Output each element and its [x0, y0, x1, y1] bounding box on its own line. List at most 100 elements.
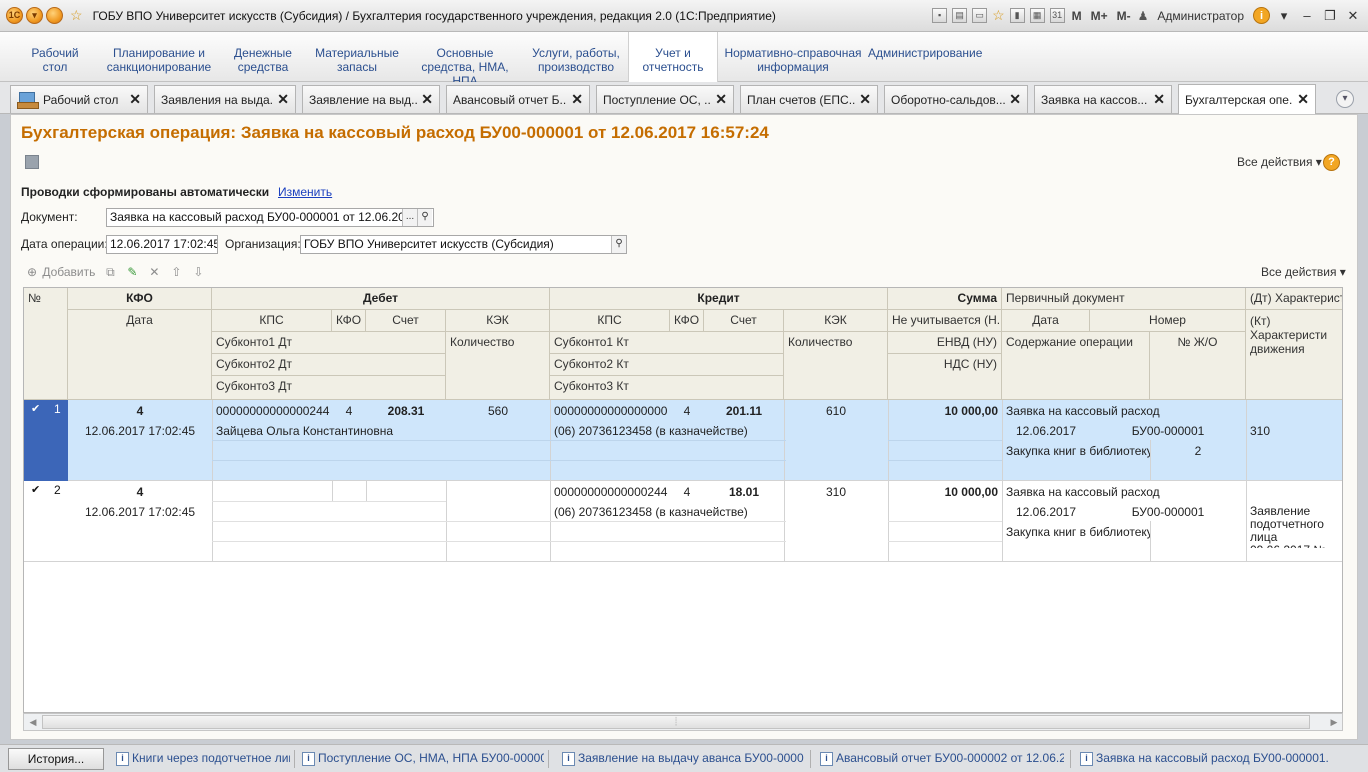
close-button[interactable]: ✕ [1344, 8, 1362, 24]
copy-icon[interactable]: ⧉ [103, 265, 117, 279]
col-debit-quantity[interactable]: Количество [446, 332, 550, 400]
tab-receipt-os[interactable]: Поступление ОС, ... ✕ [596, 85, 734, 113]
tab-cash-request[interactable]: Заявка на кассов... ✕ [1034, 85, 1172, 113]
col-subkonto2-dt[interactable]: Субконто2 Дт [212, 354, 446, 376]
table-row[interactable]: ✔ 2 4 12.06.2017 17:02:45 000000000000002… [24, 481, 1342, 562]
change-link[interactable]: Изменить [278, 185, 332, 199]
edit-pencil-icon[interactable]: ✎ [125, 265, 139, 279]
home-icon[interactable] [46, 7, 63, 24]
preview-icon[interactable]: ▭ [972, 8, 988, 23]
col-pd-number[interactable]: Номер [1090, 310, 1246, 332]
history-item[interactable]: Поступление ОС, НМА, НПА БУ00-000002... [300, 751, 544, 767]
move-down-icon[interactable]: ⇩ [191, 265, 205, 279]
close-tab-icon[interactable]: ✕ [859, 91, 871, 108]
history-item[interactable]: Заявка на кассовый расход БУ00-000001... [1078, 751, 1328, 767]
bookmark-icon[interactable]: ▮ [1009, 8, 1025, 23]
col-debit-kfo[interactable]: КФО [332, 310, 366, 332]
delete-icon[interactable]: ✕ [147, 265, 161, 279]
save-icon[interactable]: ▪ [932, 8, 948, 23]
current-user[interactable]: Администратор [1153, 9, 1248, 23]
col-subkonto3-dt[interactable]: Субконто3 Дт [212, 376, 446, 400]
section-desktop[interactable]: Рабочий стол [22, 46, 88, 74]
tab-advance-report[interactable]: Авансовый отчет Б... ✕ [446, 85, 590, 113]
col-primary-doc[interactable]: Первичный документ [1002, 288, 1246, 310]
close-tab-icon[interactable]: ✕ [129, 91, 141, 108]
row-selector[interactable]: ✔ 2 [24, 481, 68, 562]
col-credit-kfo[interactable]: КФО [670, 310, 704, 332]
section-cash[interactable]: Денежные средства [228, 46, 298, 74]
col-subkonto3-kt[interactable]: Субконто3 Кт [550, 376, 784, 400]
organization-field[interactable]: ГОБУ ВПО Университет искусств (Субсидия) [300, 235, 627, 254]
app-logo-icon[interactable]: 1С [6, 7, 23, 24]
col-debit-kps[interactable]: КПС [212, 310, 332, 332]
col-kfo[interactable]: КФО [68, 288, 212, 310]
table-row[interactable]: ✔ 1 4 12.06.2017 17:02:45 000000000000002… [24, 400, 1342, 481]
close-tab-icon[interactable]: ✕ [277, 91, 289, 108]
col-credit-account[interactable]: Счет [704, 310, 784, 332]
all-actions-menu[interactable]: Все действия ▾ [1237, 155, 1322, 169]
select-button[interactable]: ... [402, 209, 417, 226]
memory-minus-button[interactable]: M- [1115, 9, 1133, 23]
col-date[interactable]: Дата [68, 310, 212, 400]
tab-desktop[interactable]: Рабочий стол ✕ [10, 85, 148, 113]
col-dt-characteristic[interactable]: (Дт) Характеристи [1246, 288, 1342, 310]
memory-button[interactable]: M [1070, 9, 1084, 23]
tab-accounting-operation[interactable]: Бухгалтерская опе... ✕ [1178, 84, 1316, 114]
section-services[interactable]: Услуги, работы, производство [528, 46, 624, 74]
favorites-star-icon[interactable]: ☆ [70, 7, 83, 24]
help-icon[interactable]: ? [1323, 154, 1340, 171]
history-item[interactable]: Заявление на выдачу аванса БУ00-00000... [560, 751, 804, 767]
col-not-counted[interactable]: Не учитывается (Н... [888, 310, 1002, 332]
tab-application[interactable]: Заявление на выд... ✕ [302, 85, 440, 113]
tab-turnover-balance[interactable]: Оборотно-сальдов... ✕ [884, 85, 1028, 113]
scroll-left-icon[interactable]: ◀ [25, 715, 41, 729]
close-tab-icon[interactable]: ✕ [421, 91, 433, 108]
close-tab-icon[interactable]: ✕ [1009, 91, 1021, 108]
col-nds[interactable]: НДС (НУ) [888, 354, 1002, 400]
close-tab-icon[interactable]: ✕ [715, 91, 727, 108]
calculator-icon[interactable]: ▦ [1029, 8, 1045, 23]
col-pd-date[interactable]: Дата [1002, 310, 1090, 332]
print-icon[interactable]: ▤ [952, 8, 968, 23]
search-icon[interactable]: ⚲ [417, 209, 432, 226]
menu-dropdown-icon[interactable]: ▾ [26, 7, 43, 24]
scroll-right-icon[interactable]: ▶ [1326, 715, 1342, 729]
col-journal-no[interactable]: № Ж/О [1150, 332, 1246, 400]
info-icon[interactable]: i [1253, 7, 1270, 24]
add-button[interactable]: ⊕ Добавить [25, 265, 95, 279]
section-materials[interactable]: Материальные запасы [312, 46, 402, 74]
close-tab-icon[interactable]: ✕ [1153, 91, 1165, 108]
scrollbar-thumb[interactable]: ┊ [42, 715, 1310, 729]
col-envd[interactable]: ЕНВД (НУ) [888, 332, 1002, 354]
close-tab-icon[interactable]: ✕ [1297, 91, 1309, 108]
calendar-icon[interactable]: 31 [1049, 8, 1065, 23]
section-planning[interactable]: Планирование и санкционирование [104, 46, 214, 74]
col-number[interactable]: № [24, 288, 68, 400]
minimize-button[interactable]: – [1298, 8, 1316, 23]
history-item[interactable]: Авансовый отчет БУ00-000002 от 12.06.2..… [818, 751, 1064, 767]
col-subkonto1-kt[interactable]: Субконто1 Кт [550, 332, 784, 354]
add-favorite-icon[interactable]: ☆ [992, 7, 1005, 24]
document-field[interactable]: Заявка на кассовый расход БУ00-000001 от… [106, 208, 434, 227]
col-kt-characteristic[interactable]: (Кт) Характеристи движения [1246, 310, 1342, 400]
col-credit-kek[interactable]: КЭК [784, 310, 888, 332]
section-administration[interactable]: Администрирование [868, 46, 982, 60]
col-subkonto1-dt[interactable]: Субконто1 Дт [212, 332, 446, 354]
move-up-icon[interactable]: ⇧ [169, 265, 183, 279]
memory-plus-button[interactable]: M+ [1089, 9, 1110, 23]
grid-all-actions-menu[interactable]: Все действия ▾ [1261, 265, 1346, 279]
section-reference[interactable]: Нормативно-справочная информация [724, 46, 862, 74]
history-button[interactable]: История... [8, 748, 104, 770]
horizontal-scrollbar[interactable]: ◀ ┊ ▶ [23, 713, 1343, 731]
close-tab-icon[interactable]: ✕ [571, 91, 583, 108]
col-debit-account[interactable]: Счет [366, 310, 446, 332]
row-selector[interactable]: ✔ 1 [24, 400, 68, 481]
col-subkonto2-kt[interactable]: Субконто2 Кт [550, 354, 784, 376]
restore-button[interactable]: ❐ [1321, 8, 1339, 24]
col-sum[interactable]: Сумма [888, 288, 1002, 310]
tab-applications[interactable]: Заявления на выда... ✕ [154, 85, 296, 113]
window-menu-icon[interactable]: ▾ [1275, 8, 1293, 24]
save-icon[interactable] [25, 155, 39, 169]
history-item[interactable]: Книги через подотчетное лицо [114, 751, 290, 767]
col-credit-kps[interactable]: КПС [550, 310, 670, 332]
